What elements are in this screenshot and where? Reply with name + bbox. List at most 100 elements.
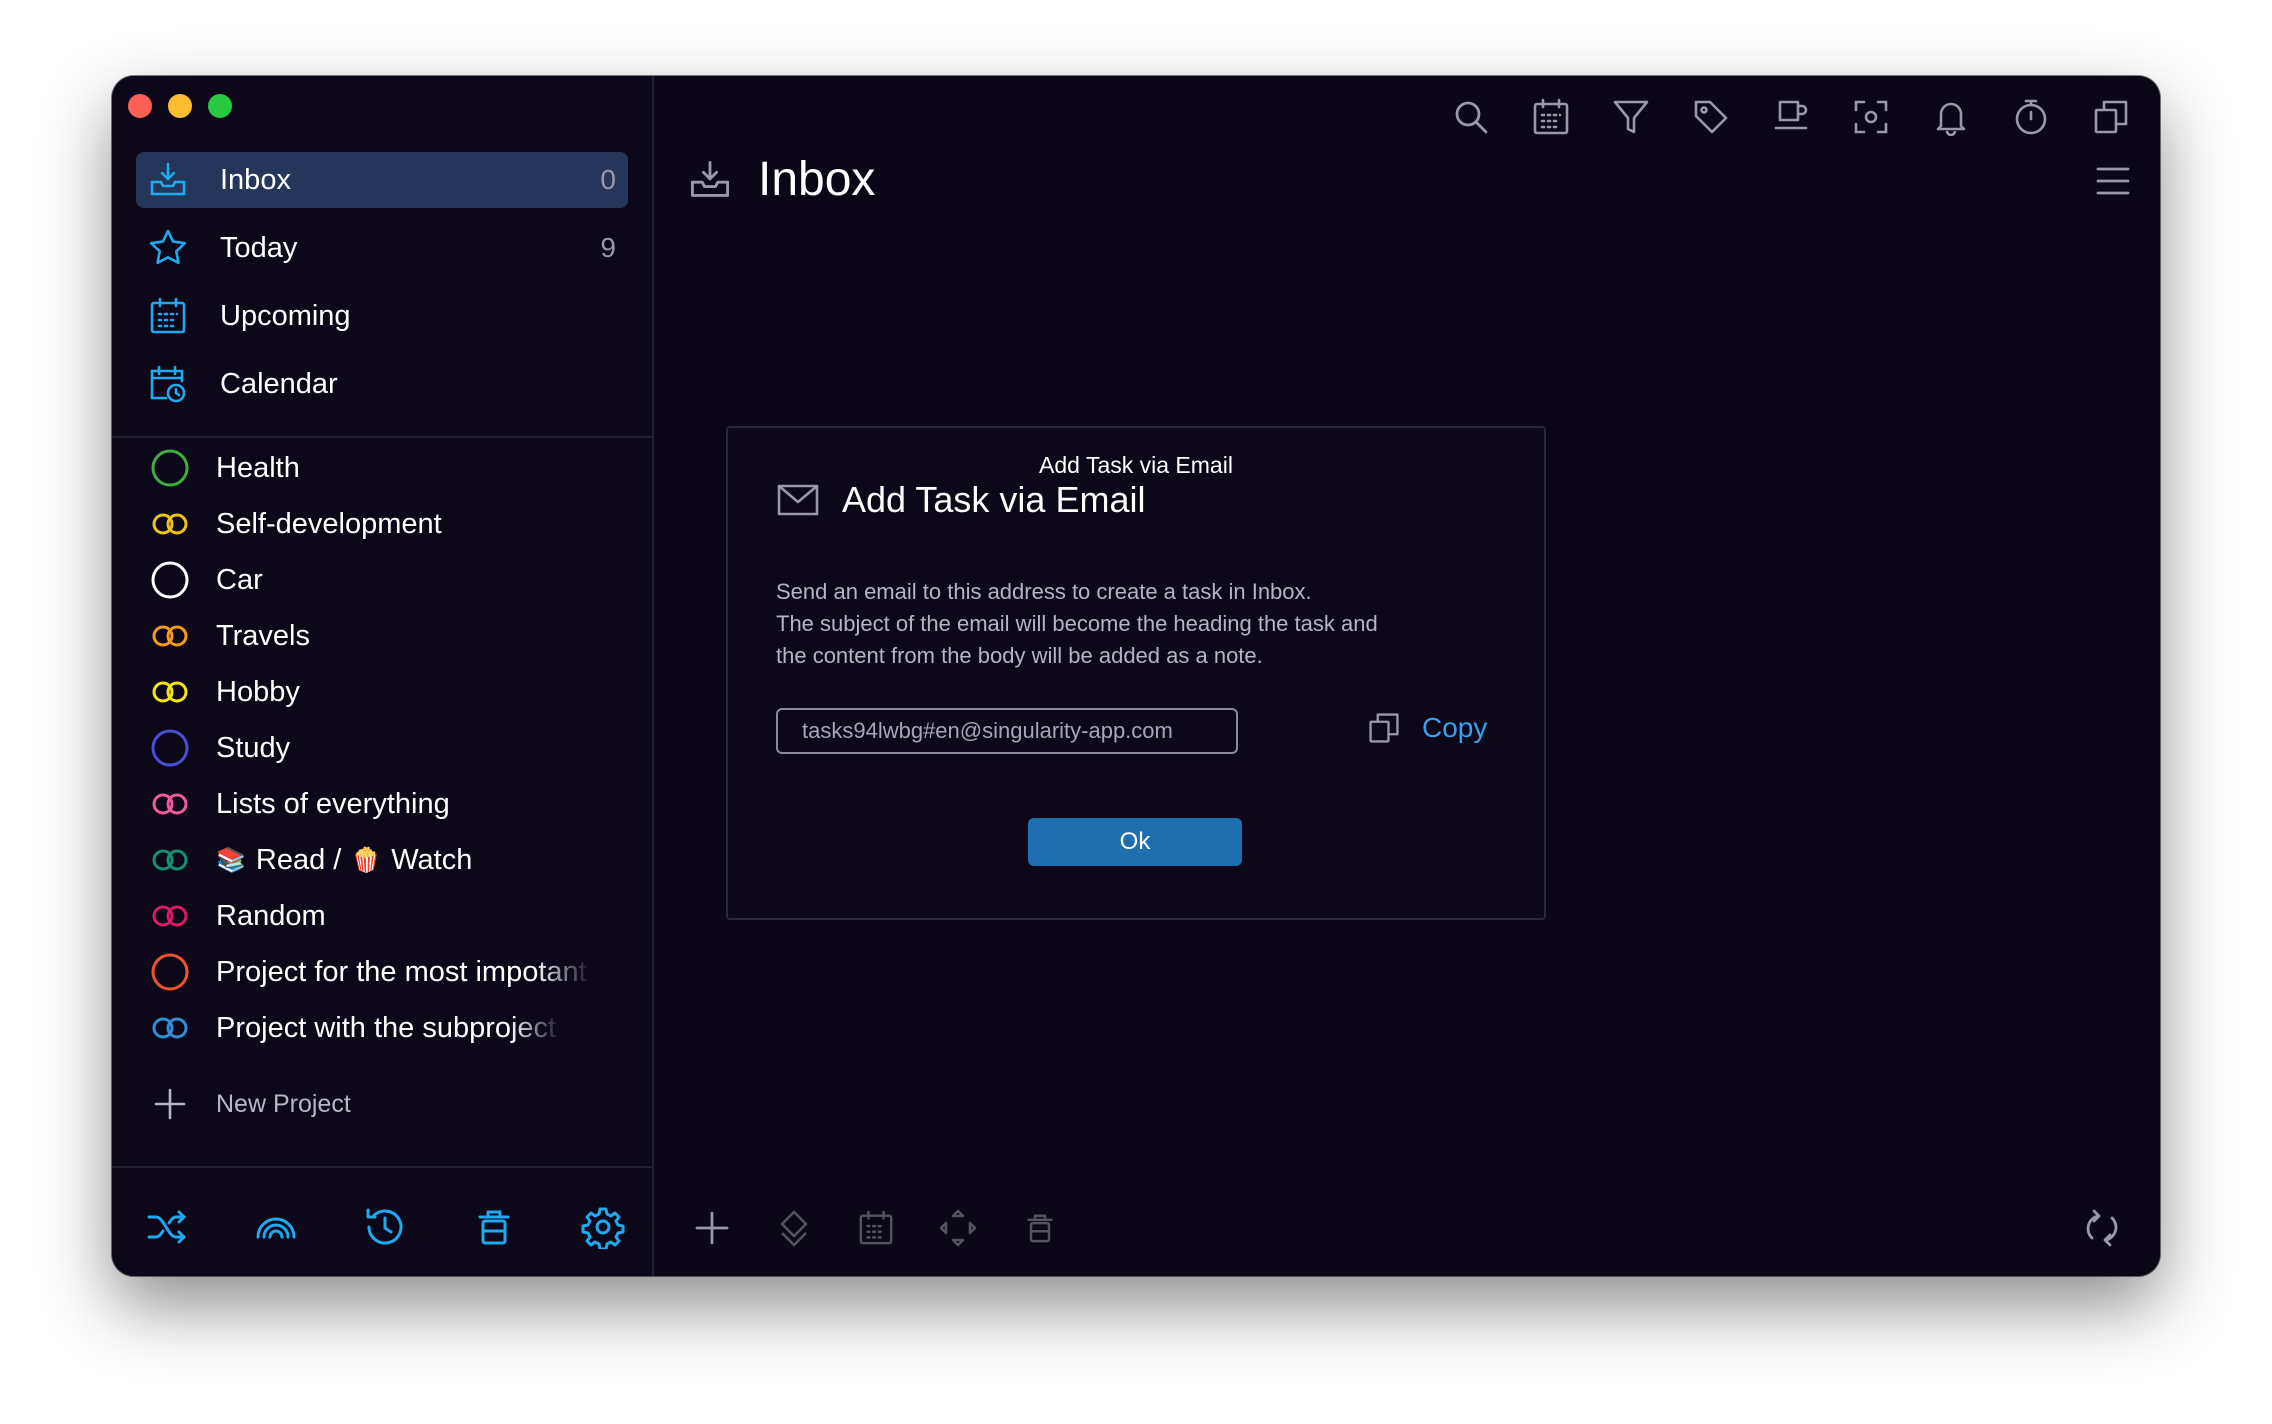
task-toolbar bbox=[684, 1200, 1068, 1256]
project-item-random[interactable]: Random bbox=[148, 888, 648, 944]
rainbow-icon[interactable] bbox=[249, 1200, 303, 1254]
bell-icon[interactable] bbox=[1924, 90, 1978, 144]
plus-icon bbox=[148, 1082, 192, 1126]
add-task-email-dialog: Add Task via Email Add Task via Email Se… bbox=[726, 426, 1546, 920]
project-item-car[interactable]: Car bbox=[148, 552, 648, 608]
project-item-read-watch[interactable]: 📚 Read / 🍿 Watch bbox=[148, 832, 648, 888]
ring-icon bbox=[148, 950, 192, 994]
settings-icon[interactable] bbox=[576, 1200, 630, 1254]
add-icon[interactable] bbox=[684, 1200, 740, 1256]
project-label: Project for the most impotant bbox=[216, 955, 587, 988]
inbox-icon bbox=[146, 158, 190, 202]
inbox-icon bbox=[684, 154, 736, 206]
description-line: the content from the body will be added … bbox=[776, 643, 1263, 668]
filter-icon[interactable] bbox=[1604, 90, 1658, 144]
minimize-window-button[interactable] bbox=[168, 94, 192, 118]
double-ring-icon bbox=[148, 1006, 192, 1050]
sidebar-item-upcoming[interactable]: Upcoming bbox=[136, 288, 628, 344]
sidebar-item-label: Calendar bbox=[220, 367, 338, 400]
project-label: Project with the subproject bbox=[216, 1011, 557, 1044]
top-toolbar bbox=[1444, 90, 2138, 144]
double-ring-icon bbox=[148, 614, 192, 658]
ring-icon bbox=[148, 558, 192, 602]
calendar-grid-icon bbox=[146, 294, 190, 338]
sidebar-item-label: Inbox bbox=[220, 163, 291, 196]
calendar-icon[interactable] bbox=[1524, 90, 1578, 144]
sidebar-item-label: Upcoming bbox=[220, 299, 351, 332]
dialog-title: Add Task via Email bbox=[842, 479, 1146, 520]
move-icon[interactable] bbox=[930, 1200, 986, 1256]
coffee-icon[interactable] bbox=[1764, 90, 1818, 144]
timer-icon[interactable] bbox=[2004, 90, 2058, 144]
project-item-self-development[interactable]: Self-development bbox=[148, 496, 648, 552]
double-ring-icon bbox=[148, 838, 192, 882]
project-item-most-important[interactable]: Project for the most impotant bbox=[148, 944, 648, 1000]
sidebar-divider bbox=[112, 436, 652, 438]
copy-icon bbox=[1364, 708, 1404, 748]
sidebar-item-calendar[interactable]: Calendar bbox=[136, 356, 628, 412]
project-label: Travels bbox=[216, 619, 310, 652]
priority-icon[interactable] bbox=[766, 1200, 822, 1256]
calendar-icon[interactable] bbox=[848, 1200, 904, 1256]
ok-button[interactable]: Ok bbox=[1028, 818, 1242, 866]
dialog-description: Send an email to this address to create … bbox=[776, 576, 1506, 672]
project-item-travels[interactable]: Travels bbox=[148, 608, 648, 664]
window-controls bbox=[128, 94, 232, 118]
focus-icon[interactable] bbox=[1844, 90, 1898, 144]
project-item-lists[interactable]: Lists of everything bbox=[148, 776, 648, 832]
shuffle-icon[interactable] bbox=[140, 1200, 194, 1254]
zoom-window-button[interactable] bbox=[208, 94, 232, 118]
trash-icon[interactable] bbox=[467, 1200, 521, 1254]
copy-button[interactable]: Copy bbox=[1364, 708, 1487, 748]
books-emoji: 📚 bbox=[216, 846, 246, 874]
new-project-button[interactable]: New Project bbox=[148, 1082, 351, 1126]
dialog-header: Add Task via Email bbox=[776, 478, 1145, 522]
menu-icon[interactable] bbox=[2090, 158, 2136, 204]
sidebar-item-inbox[interactable]: Inbox 0 bbox=[136, 152, 628, 208]
calendar-clock-icon bbox=[146, 362, 190, 406]
double-ring-icon bbox=[148, 894, 192, 938]
sidebar-item-count: 9 bbox=[600, 232, 616, 263]
sidebar-toolbar bbox=[140, 1200, 630, 1254]
mail-icon bbox=[776, 478, 820, 522]
app-window: Inbox 0 Today 9 Upcoming Calendar Health… bbox=[112, 76, 2160, 1276]
project-label: Self-development bbox=[216, 507, 442, 540]
double-ring-icon bbox=[148, 670, 192, 714]
copy-label: Copy bbox=[1422, 712, 1488, 743]
sidebar-nav: Inbox 0 Today 9 Upcoming Calendar bbox=[136, 152, 628, 424]
project-item-subproject[interactable]: Project with the subproject bbox=[148, 1000, 648, 1056]
project-list: Health Self-development Car Travels Hobb… bbox=[148, 440, 648, 1056]
project-label: Hobby bbox=[216, 675, 300, 708]
project-label: Health bbox=[216, 451, 300, 484]
project-label: Watch bbox=[391, 843, 473, 876]
copy-icon[interactable] bbox=[2084, 90, 2138, 144]
close-window-button[interactable] bbox=[128, 94, 152, 118]
project-label: Car bbox=[216, 563, 263, 596]
sync-icon[interactable] bbox=[2074, 1200, 2130, 1256]
dialog-window-title: Add Task via Email bbox=[1039, 452, 1233, 478]
star-icon bbox=[146, 226, 190, 270]
project-label: Lists of everything bbox=[216, 787, 450, 820]
project-label: Study bbox=[216, 731, 291, 764]
sidebar-item-today[interactable]: Today 9 bbox=[136, 220, 628, 276]
project-label: Random bbox=[216, 899, 326, 932]
tag-icon[interactable] bbox=[1684, 90, 1738, 144]
sidebar-item-label: Today bbox=[220, 231, 298, 264]
search-icon[interactable] bbox=[1444, 90, 1498, 144]
ring-icon bbox=[148, 726, 192, 770]
double-ring-icon bbox=[148, 782, 192, 826]
project-item-study[interactable]: Study bbox=[148, 720, 648, 776]
page-title: Inbox bbox=[758, 153, 876, 206]
project-label: Read / bbox=[255, 843, 342, 876]
page-header: Inbox bbox=[684, 152, 875, 207]
popcorn-emoji: 🍿 bbox=[351, 846, 382, 874]
project-item-health[interactable]: Health bbox=[148, 440, 648, 496]
email-address-field[interactable] bbox=[776, 708, 1238, 754]
project-item-hobby[interactable]: Hobby bbox=[148, 664, 648, 720]
sidebar: Inbox 0 Today 9 Upcoming Calendar Health… bbox=[112, 76, 654, 1276]
delete-icon[interactable] bbox=[1012, 1200, 1068, 1256]
ring-icon bbox=[148, 446, 192, 490]
new-project-label: New Project bbox=[216, 1089, 351, 1118]
history-icon[interactable] bbox=[358, 1200, 412, 1254]
sidebar-bottom-divider bbox=[112, 1166, 652, 1168]
